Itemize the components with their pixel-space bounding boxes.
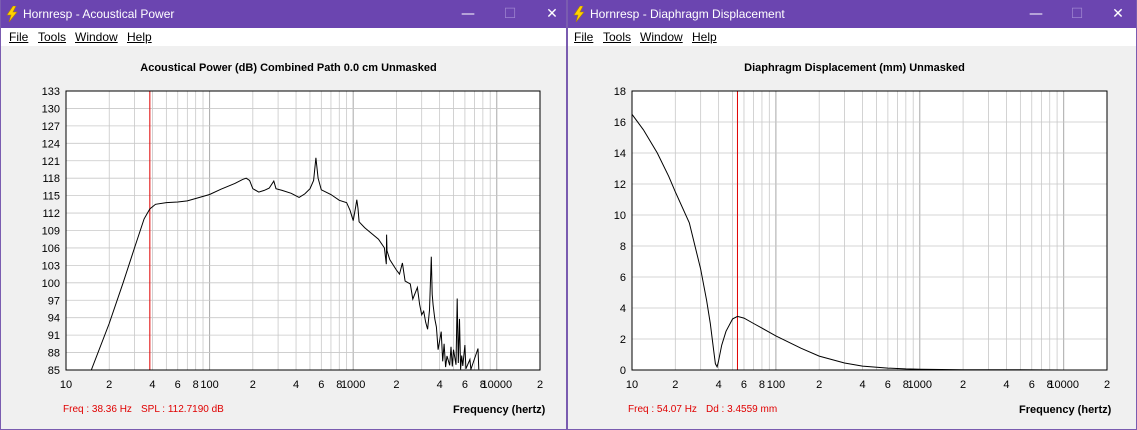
x-tick-label: 6 (318, 379, 324, 391)
x-tick-label: 2 (960, 379, 966, 391)
y-tick-label: 112 (42, 208, 60, 220)
y-tick-label: 14 (614, 148, 626, 160)
x-tick-label: 8 (759, 379, 765, 391)
x-axis-label: Frequency (hertz) (453, 404, 546, 416)
y-tick-label: 130 (42, 103, 60, 115)
x-tick-label: 2 (106, 379, 112, 391)
y-tick-label: 109 (42, 226, 60, 238)
x-tick-label: 6 (885, 379, 891, 391)
x-tick-label: 2 (816, 379, 822, 391)
x-tick-label: 2 (672, 379, 678, 391)
x-tick-label: 6 (741, 379, 747, 391)
y-tick-label: 18 (614, 86, 626, 98)
x-tick-label: 10 (60, 379, 72, 391)
y-tick-label: 12 (614, 179, 626, 191)
y-tick-label: 88 (48, 348, 60, 360)
y-tick-label: 0 (620, 365, 626, 377)
x-tick-label: 2 (1104, 379, 1110, 391)
x-tick-label: 8 (193, 379, 199, 391)
x-tick-label: 1000 (341, 379, 365, 391)
x-tick-label: 4 (437, 379, 443, 391)
frequency-readout: Freq : 38.36 Hz (63, 404, 132, 415)
plot-area (632, 91, 1107, 370)
acoustical-power-window: Hornresp - Acoustical Power — ☐ ✕ File T… (0, 0, 567, 430)
x-tick-label: 2 (537, 379, 543, 391)
y-tick-label: 8 (620, 241, 626, 253)
y-tick-label: 115 (42, 191, 60, 203)
y-tick-label: 100 (42, 278, 60, 290)
diaphragm-displacement-window: Hornresp - Diaphragm Displacement — ☐ ✕ … (567, 0, 1137, 430)
x-tick-label: 100 (200, 379, 218, 391)
y-tick-label: 106 (42, 243, 60, 255)
x-axis-label: Frequency (hertz) (1019, 404, 1112, 416)
x-tick-label: 6 (462, 379, 468, 391)
x-tick-label: 2 (393, 379, 399, 391)
y-tick-label: 2 (620, 334, 626, 346)
y-tick-label: 127 (42, 121, 60, 133)
x-tick-label: 4 (1003, 379, 1009, 391)
x-tick-label: 1000 (908, 379, 932, 391)
y-tick-label: 6 (620, 272, 626, 284)
x-tick-label: 100 (767, 379, 785, 391)
y-tick-label: 124 (42, 138, 60, 150)
y-tick-label: 103 (42, 260, 60, 272)
x-tick-label: 10000 (1048, 379, 1079, 391)
y-tick-label: 94 (48, 313, 60, 325)
y-tick-label: 97 (48, 295, 60, 307)
y-tick-label: 91 (48, 330, 60, 342)
y-tick-label: 121 (42, 156, 60, 168)
frequency-readout: Freq : 54.07 Hz (628, 404, 697, 415)
x-tick-label: 10 (626, 379, 638, 391)
y-tick-label: 4 (620, 303, 626, 315)
x-tick-label: 6 (1029, 379, 1035, 391)
y-tick-label: 10 (614, 210, 626, 222)
x-tick-label: 4 (149, 379, 155, 391)
y-tick-label: 133 (42, 86, 60, 98)
x-tick-label: 4 (293, 379, 299, 391)
x-tick-label: 2 (250, 379, 256, 391)
diaphragm-displacement-chart[interactable]: 02468101214161810 2 4 6 8 100 2 4 6 81000 2 4 6 81000… (568, 0, 1137, 430)
x-tick-label: 6 (175, 379, 181, 391)
x-tick-label: 4 (716, 379, 722, 391)
y-tick-label: 16 (614, 117, 626, 129)
y-tick-label: 85 (48, 365, 60, 377)
spl-readout: SPL : 112.7190 dB (141, 404, 224, 415)
displacement-readout: Dd : 3.4559 mm (706, 404, 778, 415)
acoustical-power-chart[interactable]: 8588919497100103106109112115118121124127… (1, 0, 567, 430)
x-tick-label: 10000 (481, 379, 512, 391)
x-tick-label: 4 (859, 379, 865, 391)
y-tick-label: 118 (42, 173, 60, 185)
